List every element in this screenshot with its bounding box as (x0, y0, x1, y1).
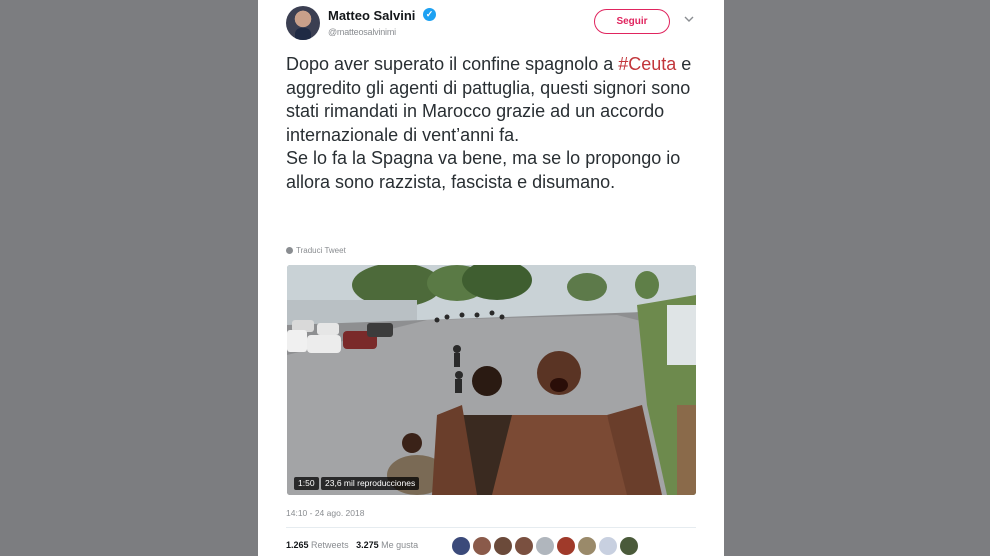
retweet-count[interactable]: 1.265 (286, 540, 309, 550)
liker-avatar[interactable] (473, 537, 491, 555)
liker-avatars (452, 537, 638, 555)
like-label[interactable]: Me gusta (381, 540, 418, 550)
retweet-label[interactable]: Retweets (311, 540, 349, 550)
tweet-stats: 1.265 Retweets 3.275 Me gusta (286, 540, 418, 550)
author-name[interactable]: Matteo Salvini (328, 8, 415, 23)
liker-avatar[interactable] (452, 537, 470, 555)
tweet-text-part: Dopo aver superato il confine spagnolo a (286, 54, 619, 74)
avatar[interactable] (286, 6, 320, 40)
tweet-card: Matteo Salvini ✓ @matteosalvinimi Seguir… (258, 0, 724, 556)
video-view-count: 23,6 mil reproducciones (321, 477, 420, 490)
chevron-down-icon[interactable] (683, 13, 695, 25)
video-frame (287, 265, 696, 495)
liker-avatar[interactable] (557, 537, 575, 555)
divider (286, 527, 696, 528)
tweet-text-paragraph: Se lo fa la Spagna va bene, ma se lo pro… (286, 148, 681, 192)
hashtag-link[interactable]: #Ceuta (618, 54, 676, 74)
like-count[interactable]: 3.275 (356, 540, 379, 550)
follow-button[interactable]: Seguir (594, 9, 670, 34)
liker-avatar[interactable] (515, 537, 533, 555)
translate-tweet-link[interactable]: Traduci Tweet (286, 246, 346, 255)
liker-avatar[interactable] (620, 537, 638, 555)
translate-label: Traduci Tweet (296, 246, 346, 255)
author-handle[interactable]: @matteosalvinimi (328, 27, 396, 37)
globe-icon (286, 247, 293, 254)
video-duration: 1:50 (294, 477, 319, 490)
liker-avatar[interactable] (599, 537, 617, 555)
liker-avatar[interactable] (578, 537, 596, 555)
verified-badge-icon: ✓ (423, 8, 436, 21)
tweet-text: Dopo aver superato il confine spagnolo a… (286, 53, 706, 194)
video-player[interactable]: 1:50 23,6 mil reproducciones (287, 265, 696, 495)
tweet-timestamp[interactable]: 14:10 - 24 ago. 2018 (286, 508, 364, 518)
liker-avatar[interactable] (536, 537, 554, 555)
liker-avatar[interactable] (494, 537, 512, 555)
